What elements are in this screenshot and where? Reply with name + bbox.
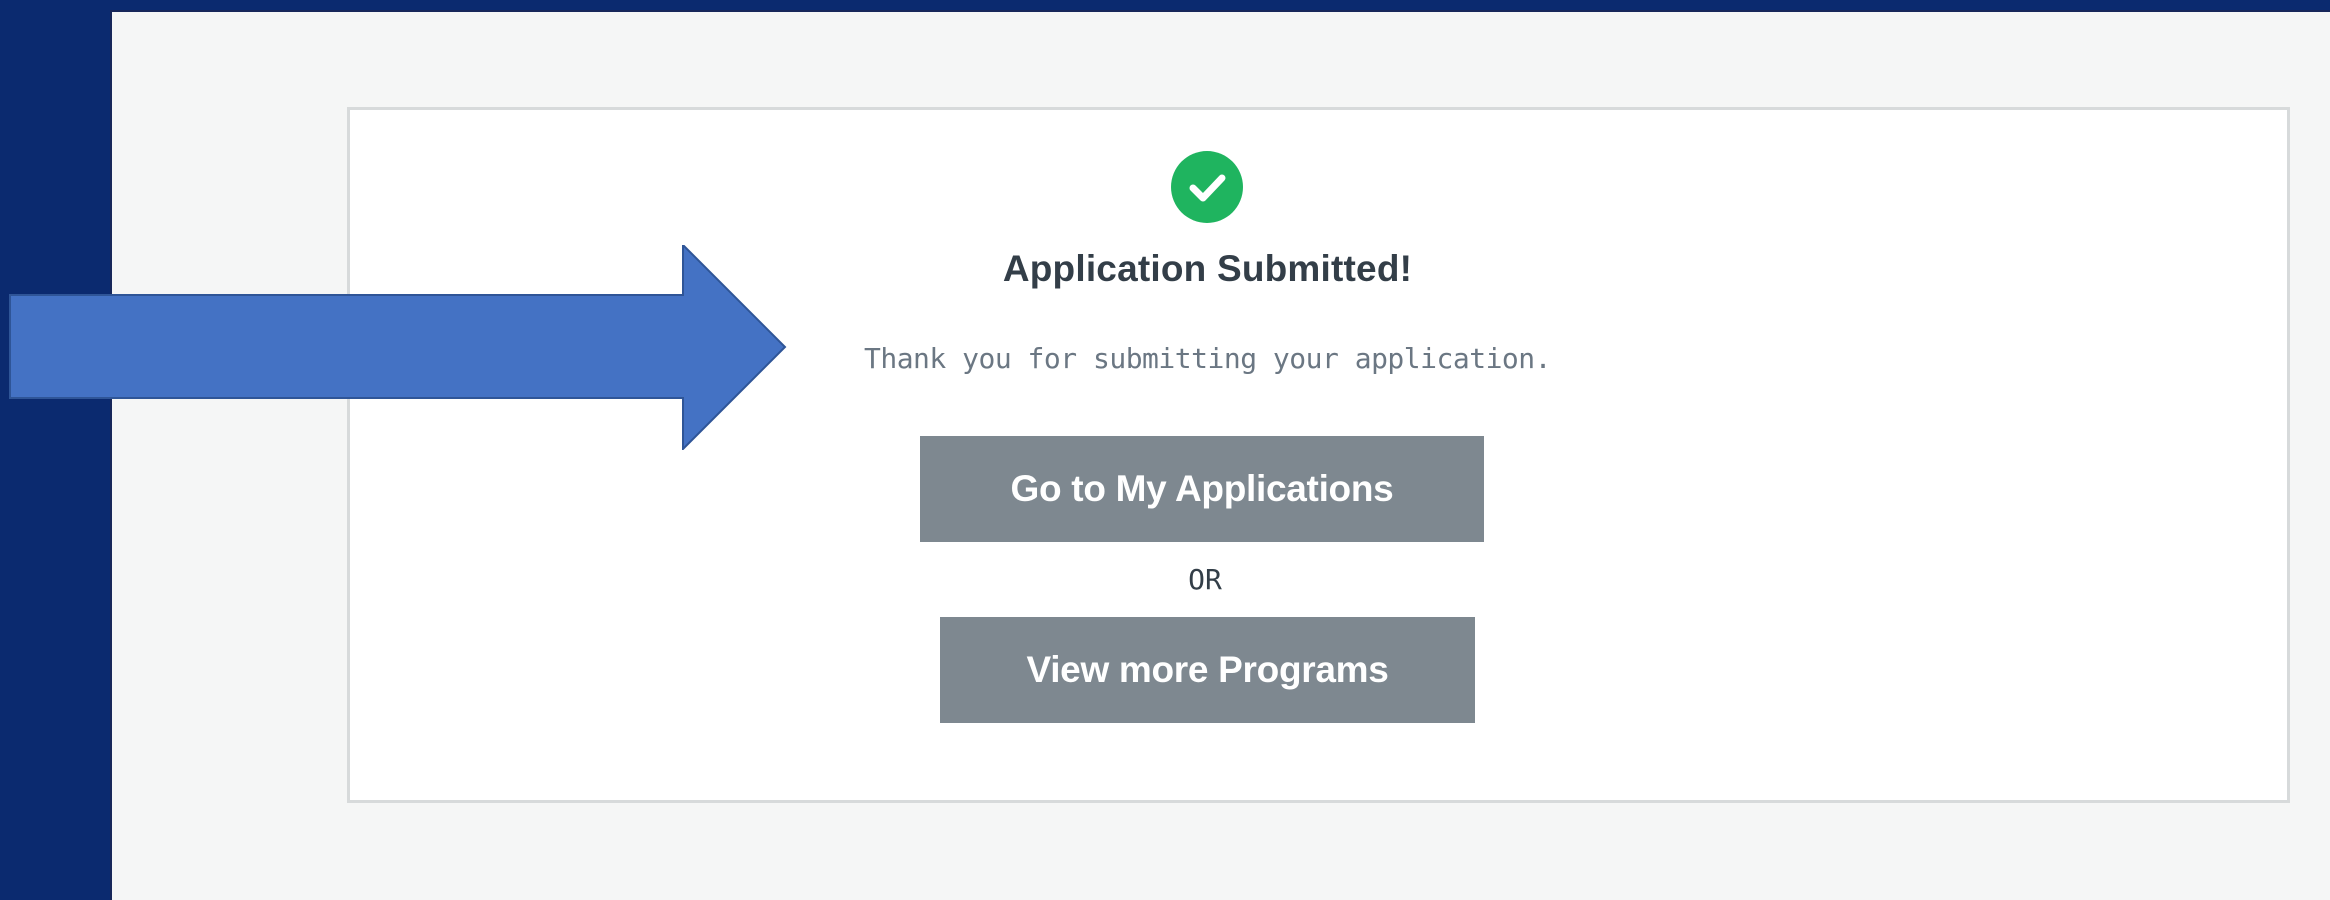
confirmation-title: Application Submitted! bbox=[1002, 248, 1413, 289]
confirmation-message: Thank you for submitting your applicatio… bbox=[863, 342, 1552, 375]
or-separator: OR bbox=[1188, 563, 1222, 596]
right-arrow-icon bbox=[9, 245, 787, 450]
checkmark-icon bbox=[1189, 174, 1226, 202]
check-circle-icon bbox=[1171, 151, 1243, 223]
view-more-programs-button[interactable]: View more Programs bbox=[940, 617, 1475, 723]
go-to-my-applications-button[interactable]: Go to My Applications bbox=[920, 436, 1484, 542]
